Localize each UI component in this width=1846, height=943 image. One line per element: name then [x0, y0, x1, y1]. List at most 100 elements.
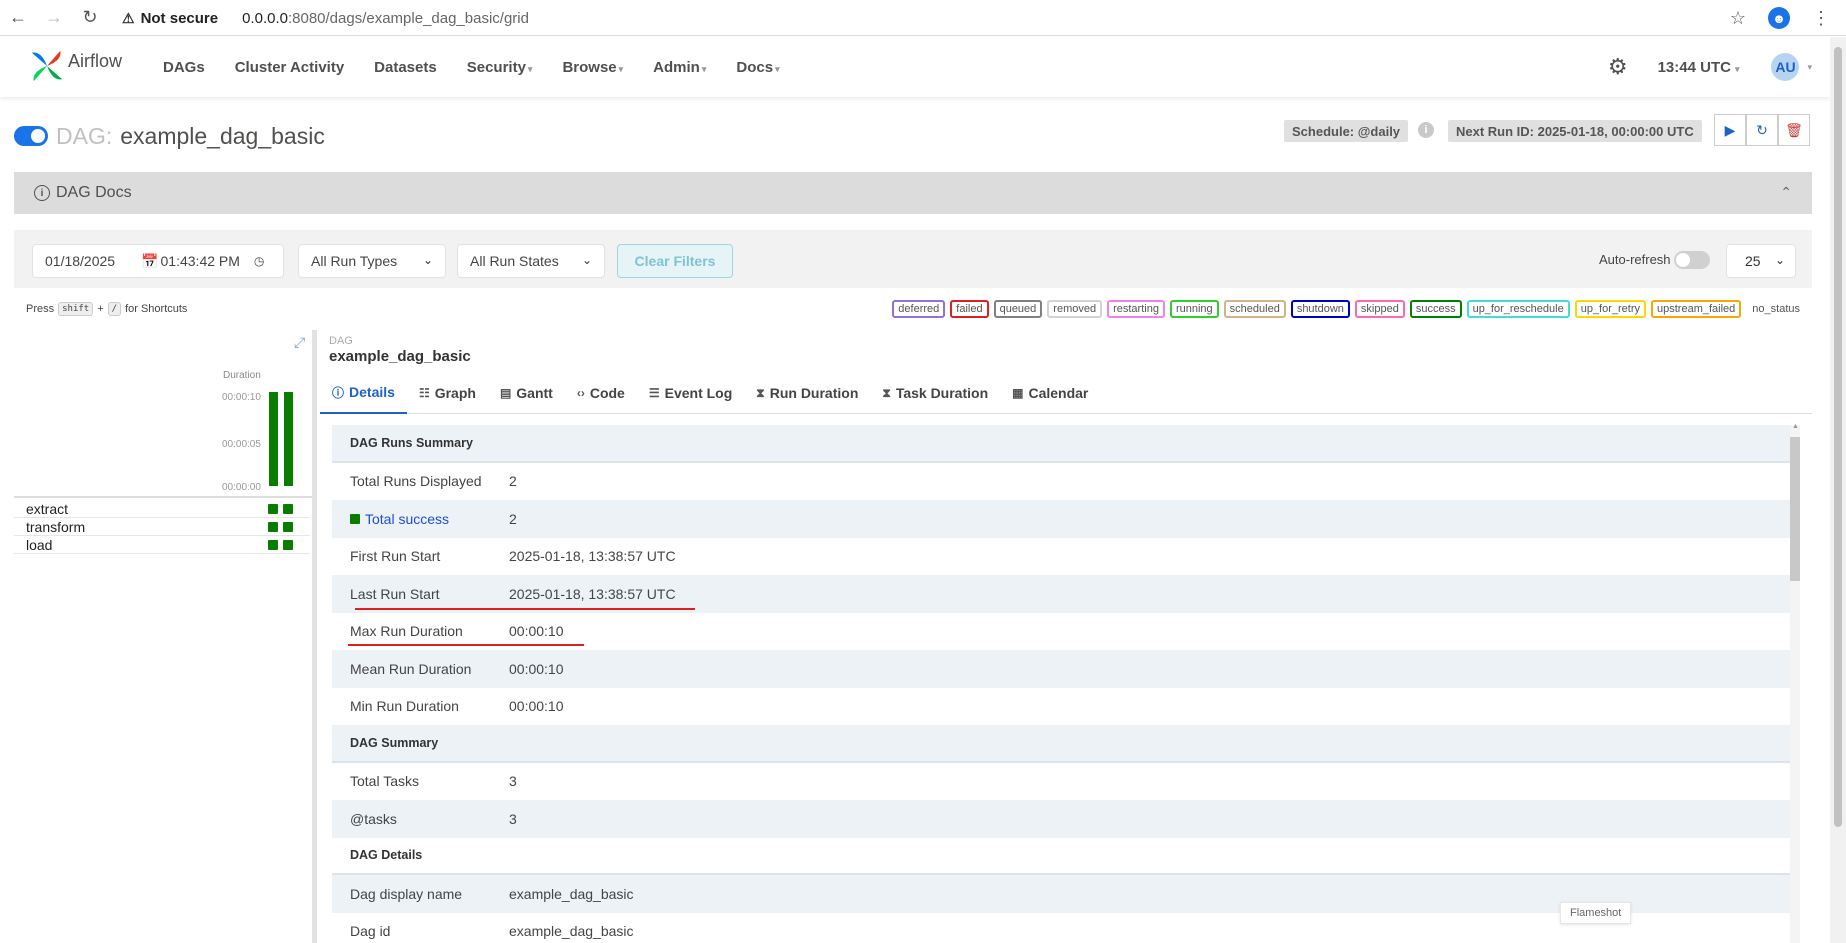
details-scrollbar[interactable]: ▲ — [1790, 423, 1800, 943]
profile-icon[interactable]: ☻ — [1768, 7, 1790, 29]
clear-filters-button[interactable]: Clear Filters — [617, 244, 733, 278]
status-legend: deferred failed queued removed restarting run… — [892, 300, 1806, 318]
details-icon: ⓘ — [332, 385, 345, 400]
base-date-input[interactable]: 01/18/2025 📅 01:43:42 PM ◷ — [32, 244, 284, 278]
event-log-icon: ☰ — [648, 386, 660, 400]
forward-icon[interactable]: → — [36, 0, 72, 36]
status-no-status[interactable]: no_status — [1746, 300, 1806, 318]
time-value: 01:43:42 PM — [160, 253, 240, 269]
user-avatar[interactable]: AU — [1771, 53, 1800, 81]
status-running[interactable]: running — [1169, 300, 1219, 318]
run-duration-icon: ⧗ — [756, 385, 765, 400]
status-shutdown[interactable]: shutdown — [1290, 300, 1350, 318]
reload-icon[interactable]: ↻ — [72, 0, 108, 36]
task-instance-cell[interactable] — [283, 504, 293, 514]
detail-tabs: ⓘ Details ☷ Graph ▤ Gantt ‹› Code ☰ Event Log ⧗ Run… — [320, 372, 1812, 414]
auto-refresh-toggle[interactable] — [1674, 251, 1710, 269]
task-name[interactable]: extract — [26, 501, 68, 517]
browser-menu-icon[interactable]: ⋮ — [1812, 8, 1830, 29]
status-success[interactable]: success — [1409, 300, 1462, 318]
task-row-load[interactable]: load — [14, 536, 310, 554]
calendar-icon[interactable]: 📅 — [141, 253, 158, 270]
chevron-up-icon[interactable]: ⌃ — [1780, 184, 1792, 201]
tab-gantt[interactable]: ▤ Gantt — [488, 372, 565, 414]
dag-title: example_dag_basic — [329, 348, 471, 365]
tab-code[interactable]: ‹› Code — [565, 372, 637, 414]
tab-calendar[interactable]: ▦ Calendar — [1000, 372, 1100, 414]
url-host: 0.0.0.0 — [242, 9, 288, 27]
collapse-icon[interactable]: ⤢ — [294, 334, 305, 351]
table-row: Last Run Start 2025-01-18, 13:38:57 UTC — [332, 575, 1800, 613]
table-row: First Run Start 2025-01-18, 13:38:57 UTC — [350, 548, 676, 565]
bookmark-star-icon[interactable]: ☆ — [1730, 8, 1746, 29]
warning-icon: ⚠ — [122, 9, 135, 26]
section-header: DAG Summary — [332, 725, 1800, 763]
delete-dag-button[interactable]: 🗑 — [1778, 114, 1810, 146]
status-skipped[interactable]: skipped — [1354, 300, 1405, 318]
task-name[interactable]: transform — [26, 519, 85, 535]
duration-label: Duration — [223, 370, 261, 381]
task-name[interactable]: load — [26, 537, 52, 553]
nav-admin[interactable]: Admin ▾ — [653, 59, 706, 76]
task-instance-cell[interactable] — [283, 522, 293, 532]
nav-docs[interactable]: Docs ▾ — [736, 59, 779, 76]
run-duration-bar[interactable] — [269, 392, 278, 486]
dag-header: DAG: example_dag_basic — [14, 120, 325, 152]
clock-icon[interactable]: ◷ — [254, 254, 264, 268]
pane-resize-handle[interactable] — [312, 330, 317, 943]
info-icon[interactable]: i — [1418, 122, 1434, 138]
task-instance-cell[interactable] — [283, 540, 293, 550]
task-row-extract[interactable]: extract — [14, 500, 310, 518]
trigger-dag-button[interactable]: ▶ — [1714, 114, 1746, 146]
table-row: Mean Run Duration 00:00:10 — [332, 650, 1800, 688]
task-instance-cell[interactable] — [268, 540, 278, 550]
gear-icon[interactable]: ⚙ — [1608, 54, 1628, 80]
tab-graph[interactable]: ☷ Graph — [407, 372, 488, 414]
next-run-badge: Next Run ID: 2025-01-18, 00:00:00 UTC — [1448, 120, 1702, 142]
status-failed[interactable]: failed — [950, 300, 989, 318]
total-success-link[interactable]: Total success — [365, 511, 449, 527]
nav-cluster-activity[interactable]: Cluster Activity — [235, 59, 344, 76]
status-restarting[interactable]: restarting — [1107, 300, 1165, 318]
status-removed[interactable]: removed — [1047, 300, 1103, 318]
status-upstream-failed[interactable]: upstream_failed — [1651, 300, 1742, 318]
run-states-select[interactable]: All Run States ⌄ — [457, 244, 605, 278]
refresh-dag-button[interactable]: ↻ — [1746, 114, 1778, 146]
page-title: example_dag_basic — [120, 122, 325, 149]
schedule-badge: Schedule: @daily — [1284, 120, 1409, 142]
back-icon[interactable]: ← — [0, 0, 36, 36]
tab-details[interactable]: ⓘ Details — [320, 372, 407, 414]
nav-security[interactable]: Security ▾ — [467, 59, 533, 76]
tab-event-log[interactable]: ☰ Event Log — [637, 372, 744, 414]
task-row-transform[interactable]: transform — [14, 518, 310, 536]
browser-actions: ☆ ☻ ⋮ — [1730, 0, 1830, 36]
clock-dropdown[interactable]: 13:44 UTC ▾ — [1658, 59, 1740, 76]
dag-docs-accordion[interactable]: i DAG Docs ⌃ — [14, 172, 1812, 214]
status-scheduled[interactable]: scheduled — [1223, 300, 1286, 318]
status-queued[interactable]: queued — [993, 300, 1043, 318]
page-size-select[interactable]: 25 ⌄ — [1726, 244, 1796, 278]
task-instance-cell[interactable] — [268, 522, 278, 532]
address-bar[interactable]: ⚠ Not secure 0.0.0.0:8080/dags/example_d… — [122, 4, 529, 32]
nav-datasets[interactable]: Datasets — [374, 59, 437, 76]
section-header: DAG Details — [332, 838, 1800, 875]
airflow-logo[interactable]: Airflow — [28, 47, 122, 85]
dag-pause-toggle[interactable] — [14, 126, 48, 146]
page-scrollbar[interactable] — [1830, 37, 1846, 943]
status-deferred[interactable]: deferred — [892, 300, 946, 318]
status-up-for-reschedule[interactable]: up_for_reschedule — [1466, 300, 1570, 318]
brand-name: Airflow — [68, 50, 123, 71]
run-types-select[interactable]: All Run Types ⌄ — [298, 244, 446, 278]
table-row: @tasks 3 — [332, 800, 1800, 838]
chevron-down-icon[interactable]: ▾ — [1807, 62, 1812, 73]
divider — [14, 496, 314, 498]
task-instance-cell[interactable] — [268, 504, 278, 514]
tab-task-duration[interactable]: ⧗ Task Duration — [870, 372, 1000, 414]
status-up-for-retry[interactable]: up_for_retry — [1574, 300, 1647, 318]
nav-dags[interactable]: DAGs — [163, 59, 205, 76]
gantt-icon: ▤ — [499, 386, 512, 400]
nav-browse[interactable]: Browse ▾ — [562, 59, 623, 76]
run-duration-bar[interactable] — [284, 392, 293, 486]
grid-pane: ⤢ Duration 00:00:10 00:00:05 00:00:00 ex… — [14, 330, 314, 943]
tab-run-duration[interactable]: ⧗ Run Duration — [744, 372, 870, 414]
